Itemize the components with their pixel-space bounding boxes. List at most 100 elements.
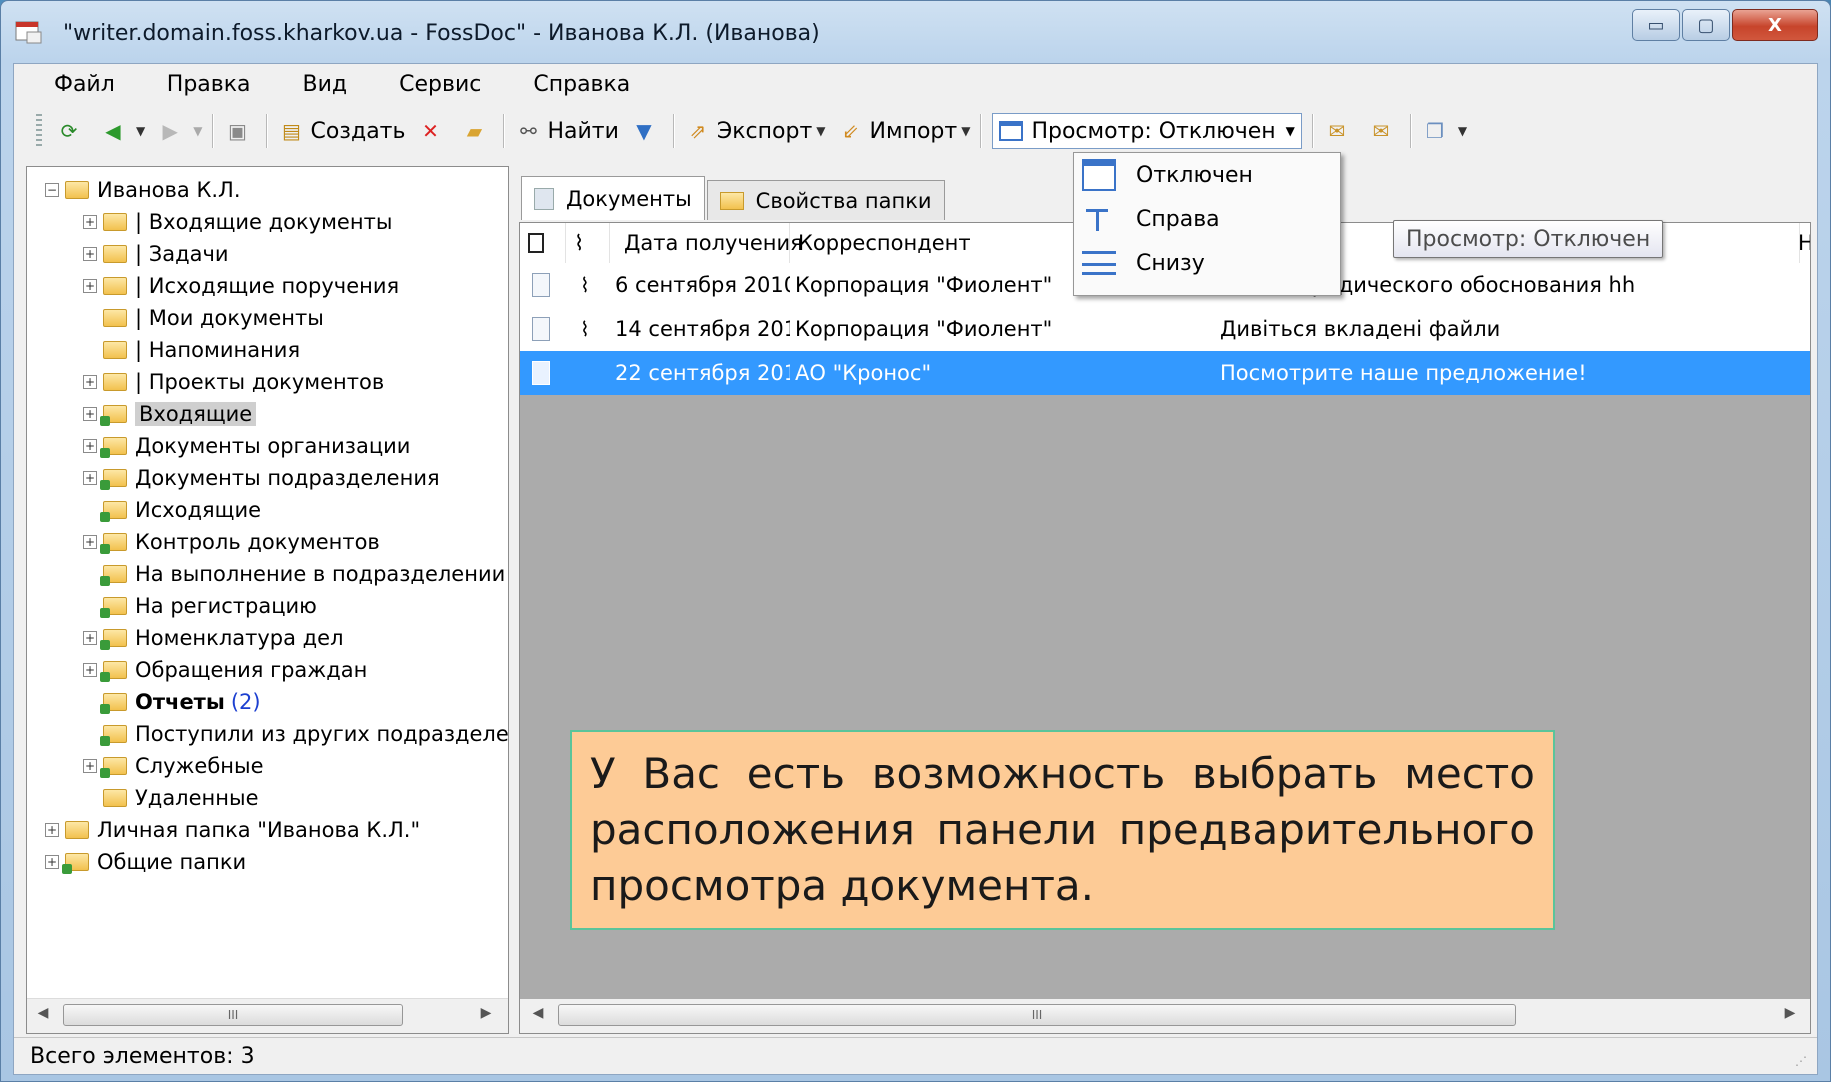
expand-icon[interactable]: + [83,663,97,677]
menu-file[interactable]: Файл [14,72,133,97]
tree-node[interactable]: + Документы подразделения [83,463,440,493]
scroll-left-icon[interactable]: ◀ [528,1005,548,1025]
tree-node[interactable]: + Обращения граждан [83,655,367,685]
back-button[interactable]: ◀ ▼ [94,111,151,151]
preview-right-icon [1082,203,1116,235]
tree-node[interactable]: Исходящие [100,495,261,525]
expand-icon[interactable]: + [83,279,97,293]
tree-node[interactable]: + | Проекты документов [83,367,384,397]
column-attachment[interactable]: ⌇ [566,223,610,263]
chevron-down-icon[interactable]: ▼ [816,124,825,138]
maximize-button[interactable]: ▢ [1682,9,1730,41]
expand-icon[interactable]: + [83,247,97,261]
resize-grip-icon[interactable]: ⋰ [1795,1054,1807,1068]
column-correspondent[interactable]: Корреспондент [790,223,1120,263]
chevron-down-icon[interactable]: ▼ [136,124,145,138]
toolbar-separator [672,114,675,148]
delete-button[interactable]: ✕ [411,111,455,151]
table-row[interactable]: ⌇ 14 сентября 2010... Корпорация "Фиолен… [520,307,1810,351]
grid-horizontal-scrollbar[interactable]: ◀ III ▶ [520,999,1810,1033]
toolbar-grip[interactable] [36,114,42,148]
preview-mode-combo[interactable]: Просмотр: Отключен ▼ [992,113,1302,149]
tree-node[interactable]: На выполнение в подразделении [100,559,505,589]
import-button[interactable]: ⇙ Импорт ▼ [832,111,977,151]
minimize-button[interactable]: ▭ [1632,9,1680,41]
find-button[interactable]: ⚯ Найти [509,111,624,151]
expand-icon[interactable]: + [45,823,59,837]
expand-icon[interactable]: + [83,375,97,389]
tree-node[interactable]: На регистрацию [100,591,317,621]
tree-node[interactable]: + Служебные [83,751,264,781]
tree-node[interactable]: | Мои документы [103,303,324,333]
tree-node[interactable]: + Личная папка "Иванова К.Л." [45,815,420,845]
chevron-down-icon[interactable]: ▼ [961,124,970,138]
tree-node-reports[interactable]: Отчеты (2) [100,687,261,717]
envelope-button[interactable]: ✉ [1318,111,1362,151]
expand-icon[interactable]: + [83,759,97,773]
tree-node[interactable]: + Контроль документов [83,527,380,557]
document-icon [528,233,544,253]
table-row-selected[interactable]: 22 сентября 2010... АО "Кронос" Посмотри… [520,351,1810,395]
menu-service[interactable]: Сервис [365,72,499,97]
fossdoc-app-icon[interactable] [15,21,43,45]
tree-node[interactable]: + | Исходящие поручения [83,271,399,301]
scroll-right-icon[interactable]: ▶ [476,1005,496,1025]
tab-folder-properties[interactable]: Свойства папки [706,180,945,220]
tree-horizontal-scrollbar[interactable]: ◀ III ▶ [27,998,508,1033]
tree-label: Номенклатура дел [135,626,344,650]
save-button[interactable]: ▣ [218,111,262,151]
menu-item-preview-right[interactable]: Справа [1074,197,1340,241]
menu-item-preview-off[interactable]: Отключен [1074,153,1340,197]
collapse-icon[interactable]: − [45,183,59,197]
tree-node[interactable]: Удаленные [103,783,259,813]
filter-funnel-icon: ▼ [636,119,652,143]
toolbar-separator [212,114,215,148]
column-type[interactable] [520,223,566,263]
expand-icon[interactable]: + [83,631,97,645]
scroll-left-icon[interactable]: ◀ [33,1005,53,1025]
templates-button[interactable]: ❐ ▼ [1416,111,1473,151]
tab-documents[interactable]: Документы [521,176,705,220]
expand-icon[interactable]: + [83,535,97,549]
chevron-down-icon[interactable]: ▼ [193,124,202,138]
special-folder-icon [100,693,127,714]
tree-node[interactable]: Поступили из других подразделений [100,719,508,749]
menu-item-preview-bottom[interactable]: Снизу [1074,241,1340,285]
menu-edit[interactable]: Правка [133,72,269,97]
scroll-right-icon[interactable]: ▶ [1780,1005,1800,1025]
filter-button[interactable]: ▼ [625,111,669,151]
menu-help[interactable]: Справка [499,72,648,97]
expand-icon[interactable]: + [83,439,97,453]
tree-node-root[interactable]: − Иванова К.Л. [45,175,241,205]
tree-label: Контроль документов [135,530,380,554]
tree-node[interactable]: + Документы организации [83,431,410,461]
expand-icon[interactable]: + [83,407,97,421]
tree-label: | Входящие документы [135,210,393,234]
expand-icon[interactable]: + [83,471,97,485]
column-next[interactable]: Н [1790,223,1810,263]
tree-node[interactable]: | Напоминания [103,335,300,365]
forward-arrow-icon: ▶ [162,119,178,143]
forward-button[interactable]: ▶ ▼ [151,111,208,151]
chevron-down-icon[interactable]: ▼ [1458,124,1467,138]
chevron-down-icon[interactable]: ▼ [1286,124,1295,138]
cell-date: 14 сентября 2010... [615,317,790,341]
refresh-button[interactable]: ⟳ [50,111,94,151]
tree-node[interactable]: + | Задачи [83,239,229,269]
column-date-received[interactable]: Дата получения [610,223,803,263]
tree-node[interactable]: + | Входящие документы [83,207,392,237]
scroll-thumb[interactable]: III [558,1004,1516,1026]
cell-subject: Дивіться вкладені файли [1220,317,1501,341]
tree-node[interactable]: + Номенклатура дел [83,623,344,653]
mail-send-button[interactable]: ✉ [1362,111,1406,151]
menu-view[interactable]: Вид [269,72,366,97]
expand-icon[interactable]: + [45,855,59,869]
scroll-thumb[interactable]: III [63,1004,403,1026]
expand-icon[interactable]: + [83,215,97,229]
open-folder-button[interactable]: ▰ [455,111,499,151]
tree-node[interactable]: + Общие папки [45,847,246,877]
tree-node-selected[interactable]: + Входящие [83,399,257,429]
export-button[interactable]: ⇗ Экспорт ▼ [679,111,832,151]
close-button[interactable]: X [1732,9,1818,41]
create-button[interactable]: ▤ Создать [272,111,411,151]
